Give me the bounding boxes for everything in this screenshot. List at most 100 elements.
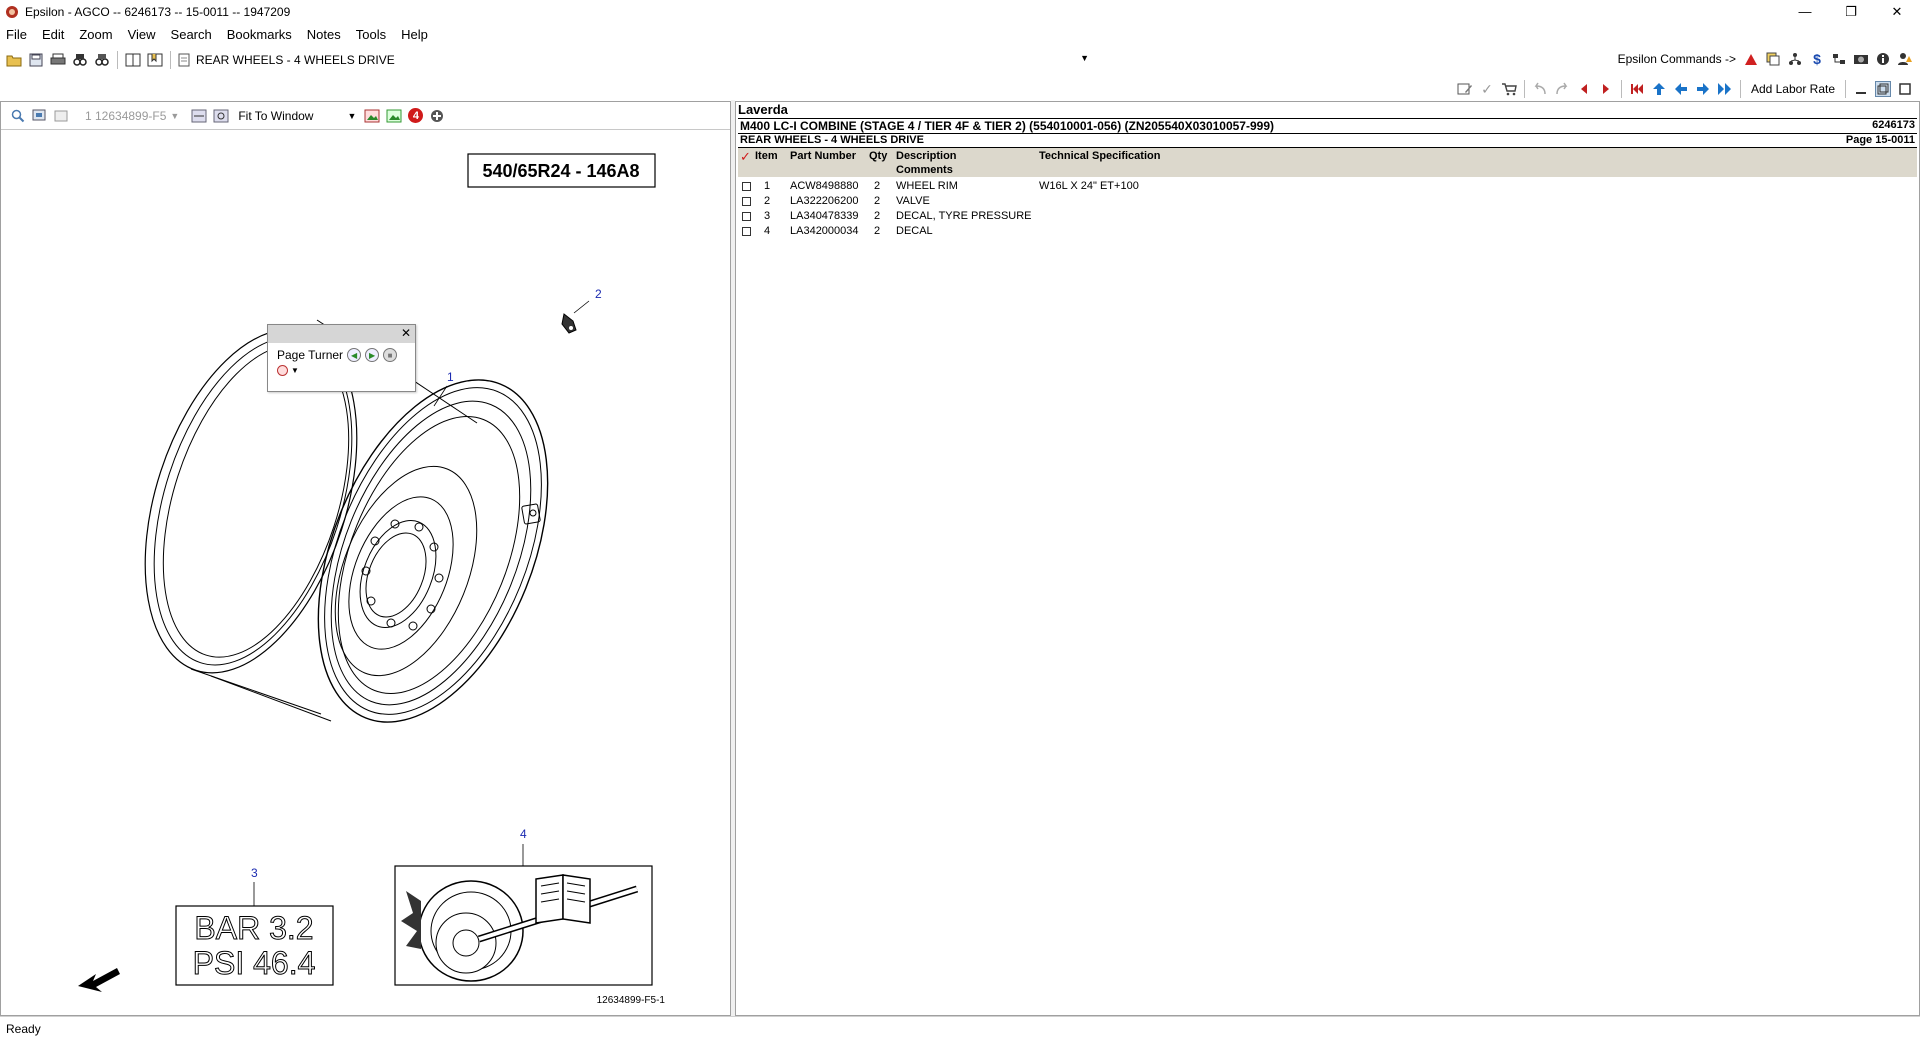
- callout-4[interactable]: 4: [520, 827, 527, 841]
- row-qty: 2: [874, 225, 881, 237]
- dollar-icon[interactable]: $: [1809, 51, 1825, 67]
- restore-pane-icon[interactable]: [1875, 81, 1891, 97]
- up-arrow-icon[interactable]: [1651, 81, 1667, 97]
- callout-2[interactable]: 2: [595, 287, 602, 301]
- zoom-area-icon[interactable]: [32, 108, 48, 124]
- history-back-icon[interactable]: [1532, 81, 1548, 97]
- direction-arrow: [78, 968, 120, 992]
- menu-edit[interactable]: Edit: [42, 27, 64, 42]
- menu-search[interactable]: Search: [171, 27, 212, 42]
- forward-arrow-icon[interactable]: [1695, 81, 1711, 97]
- previous-icon[interactable]: [1576, 81, 1592, 97]
- info-icon[interactable]: [1875, 51, 1891, 67]
- edit-notes-icon[interactable]: [1457, 81, 1473, 97]
- book-icon[interactable]: [125, 52, 141, 68]
- table-row[interactable]: 2 LA322206200 2 VALVE: [738, 194, 1919, 209]
- column-technical-specification[interactable]: Technical Specification: [1039, 150, 1160, 162]
- row-qty: 2: [874, 180, 881, 192]
- chevron-down-icon[interactable]: ▼: [291, 366, 299, 375]
- column-description[interactable]: Description: [896, 150, 957, 162]
- table-row[interactable]: 4 LA342000034 2 DECAL: [738, 224, 1919, 239]
- table-row[interactable]: 1 ACW8498880 2 WHEEL RIM W16L X 24" ET+1…: [738, 179, 1919, 194]
- row-part-number[interactable]: LA340478339: [790, 210, 859, 222]
- back-arrow-icon[interactable]: [1673, 81, 1689, 97]
- hierarchy-icon[interactable]: [1787, 51, 1803, 67]
- page-turner-panel[interactable]: ✕ Page Turner ◀ ▶ ■ ▼: [267, 324, 416, 392]
- find-next-icon[interactable]: [94, 52, 110, 68]
- minimize-pane-icon[interactable]: [1853, 81, 1869, 97]
- row-part-number[interactable]: LA342000034: [790, 225, 859, 237]
- open-folder-icon[interactable]: [6, 52, 22, 68]
- history-forward-icon[interactable]: [1554, 81, 1570, 97]
- callout-1[interactable]: 1: [447, 370, 454, 384]
- column-qty[interactable]: Qty: [869, 150, 887, 162]
- tree-icon[interactable]: [1831, 51, 1847, 67]
- chevron-down-icon[interactable]: ▼: [347, 111, 356, 121]
- user-alert-icon[interactable]: [1897, 51, 1913, 67]
- add-labor-rate-button[interactable]: Add Labor Rate: [1751, 82, 1835, 96]
- column-part-number[interactable]: Part Number: [790, 150, 856, 162]
- next-icon[interactable]: [1598, 81, 1614, 97]
- notes-count-badge[interactable]: 4: [408, 108, 424, 123]
- toolbar-separator: [170, 51, 171, 69]
- decal-psi-text: PSI 46.4: [193, 945, 316, 981]
- table-row[interactable]: 3 LA340478339 2 DECAL, TYRE PRESSURE: [738, 209, 1919, 224]
- checkmark-icon[interactable]: ✓: [1479, 81, 1495, 97]
- parts-list-icon[interactable]: [1765, 51, 1781, 67]
- close-icon[interactable]: ✕: [401, 326, 411, 340]
- menu-bookmarks[interactable]: Bookmarks: [227, 27, 292, 42]
- restore-button[interactable]: ❐: [1828, 0, 1874, 23]
- fit-width-icon[interactable]: [191, 108, 207, 124]
- page-dropdown[interactable]: REAR WHEELS - 4 WHEELS DRIVE ▼: [178, 51, 1091, 69]
- image-refresh-icon[interactable]: [386, 108, 402, 124]
- page-select[interactable]: 1 12634899-F5: [85, 109, 166, 123]
- menu-file[interactable]: File: [6, 27, 27, 42]
- document-icon: [178, 53, 190, 67]
- select-all-checkbox-icon[interactable]: ✓: [740, 149, 751, 165]
- menu-help[interactable]: Help: [401, 27, 428, 42]
- zoom-mode-select[interactable]: Fit To Window ▼: [238, 109, 356, 123]
- menu-zoom[interactable]: Zoom: [79, 27, 112, 42]
- magnifier-icon[interactable]: [10, 108, 26, 124]
- save-icon[interactable]: [28, 52, 44, 68]
- chevron-down-icon[interactable]: ▼: [1080, 53, 1089, 63]
- warning-icon[interactable]: [1743, 51, 1759, 67]
- callout-3[interactable]: 3: [251, 866, 258, 880]
- add-note-icon[interactable]: [429, 108, 445, 124]
- minimize-button[interactable]: —: [1782, 0, 1828, 23]
- column-item[interactable]: Item: [755, 150, 778, 162]
- pan-icon[interactable]: [54, 108, 70, 124]
- row-checkbox[interactable]: [742, 197, 751, 206]
- menu-notes[interactable]: Notes: [307, 27, 341, 42]
- image-export-icon[interactable]: [364, 108, 380, 124]
- timer-icon[interactable]: [277, 365, 288, 376]
- parts-diagram[interactable]: 540/65R24 - 146A8 2 1 3 BAR 3.2 PSI 46.4…: [1, 131, 730, 1015]
- next-page-icon[interactable]: ▶: [365, 348, 380, 362]
- first-page-icon[interactable]: [1629, 81, 1645, 97]
- row-checkbox[interactable]: [742, 182, 751, 191]
- fit-window-icon[interactable]: [213, 108, 229, 124]
- menu-view[interactable]: View: [128, 27, 156, 42]
- row-part-number[interactable]: LA322206200: [790, 195, 859, 207]
- menu-tools[interactable]: Tools: [356, 27, 386, 42]
- toolbar-separator: [1845, 80, 1846, 98]
- camera-icon[interactable]: [1853, 51, 1869, 67]
- find-parts-icon[interactable]: [72, 52, 88, 68]
- row-part-number[interactable]: ACW8498880: [790, 180, 859, 192]
- chevron-down-icon[interactable]: ▼: [170, 111, 179, 121]
- row-checkbox[interactable]: [742, 227, 751, 236]
- close-button[interactable]: ✕: [1874, 0, 1920, 23]
- row-checkbox[interactable]: [742, 212, 751, 221]
- column-comments[interactable]: Comments: [896, 164, 953, 176]
- stop-icon[interactable]: ■: [383, 348, 398, 362]
- drawing-pane: 1 12634899-F5 ▼ Fit To Window ▼ 4 540/65…: [0, 101, 731, 1016]
- bookmark-icon[interactable]: [147, 52, 163, 68]
- maximize-pane-icon[interactable]: [1897, 81, 1913, 97]
- page-turner-titlebar[interactable]: ✕: [268, 325, 415, 343]
- previous-page-icon[interactable]: ◀: [347, 348, 362, 362]
- model-header: M400 LC-I COMBINE (STAGE 4 / TIER 4F & T…: [738, 118, 1917, 134]
- row-description: DECAL: [896, 225, 933, 237]
- cart-icon[interactable]: [1501, 81, 1517, 97]
- print-icon[interactable]: [50, 52, 66, 68]
- last-page-icon[interactable]: [1717, 81, 1733, 97]
